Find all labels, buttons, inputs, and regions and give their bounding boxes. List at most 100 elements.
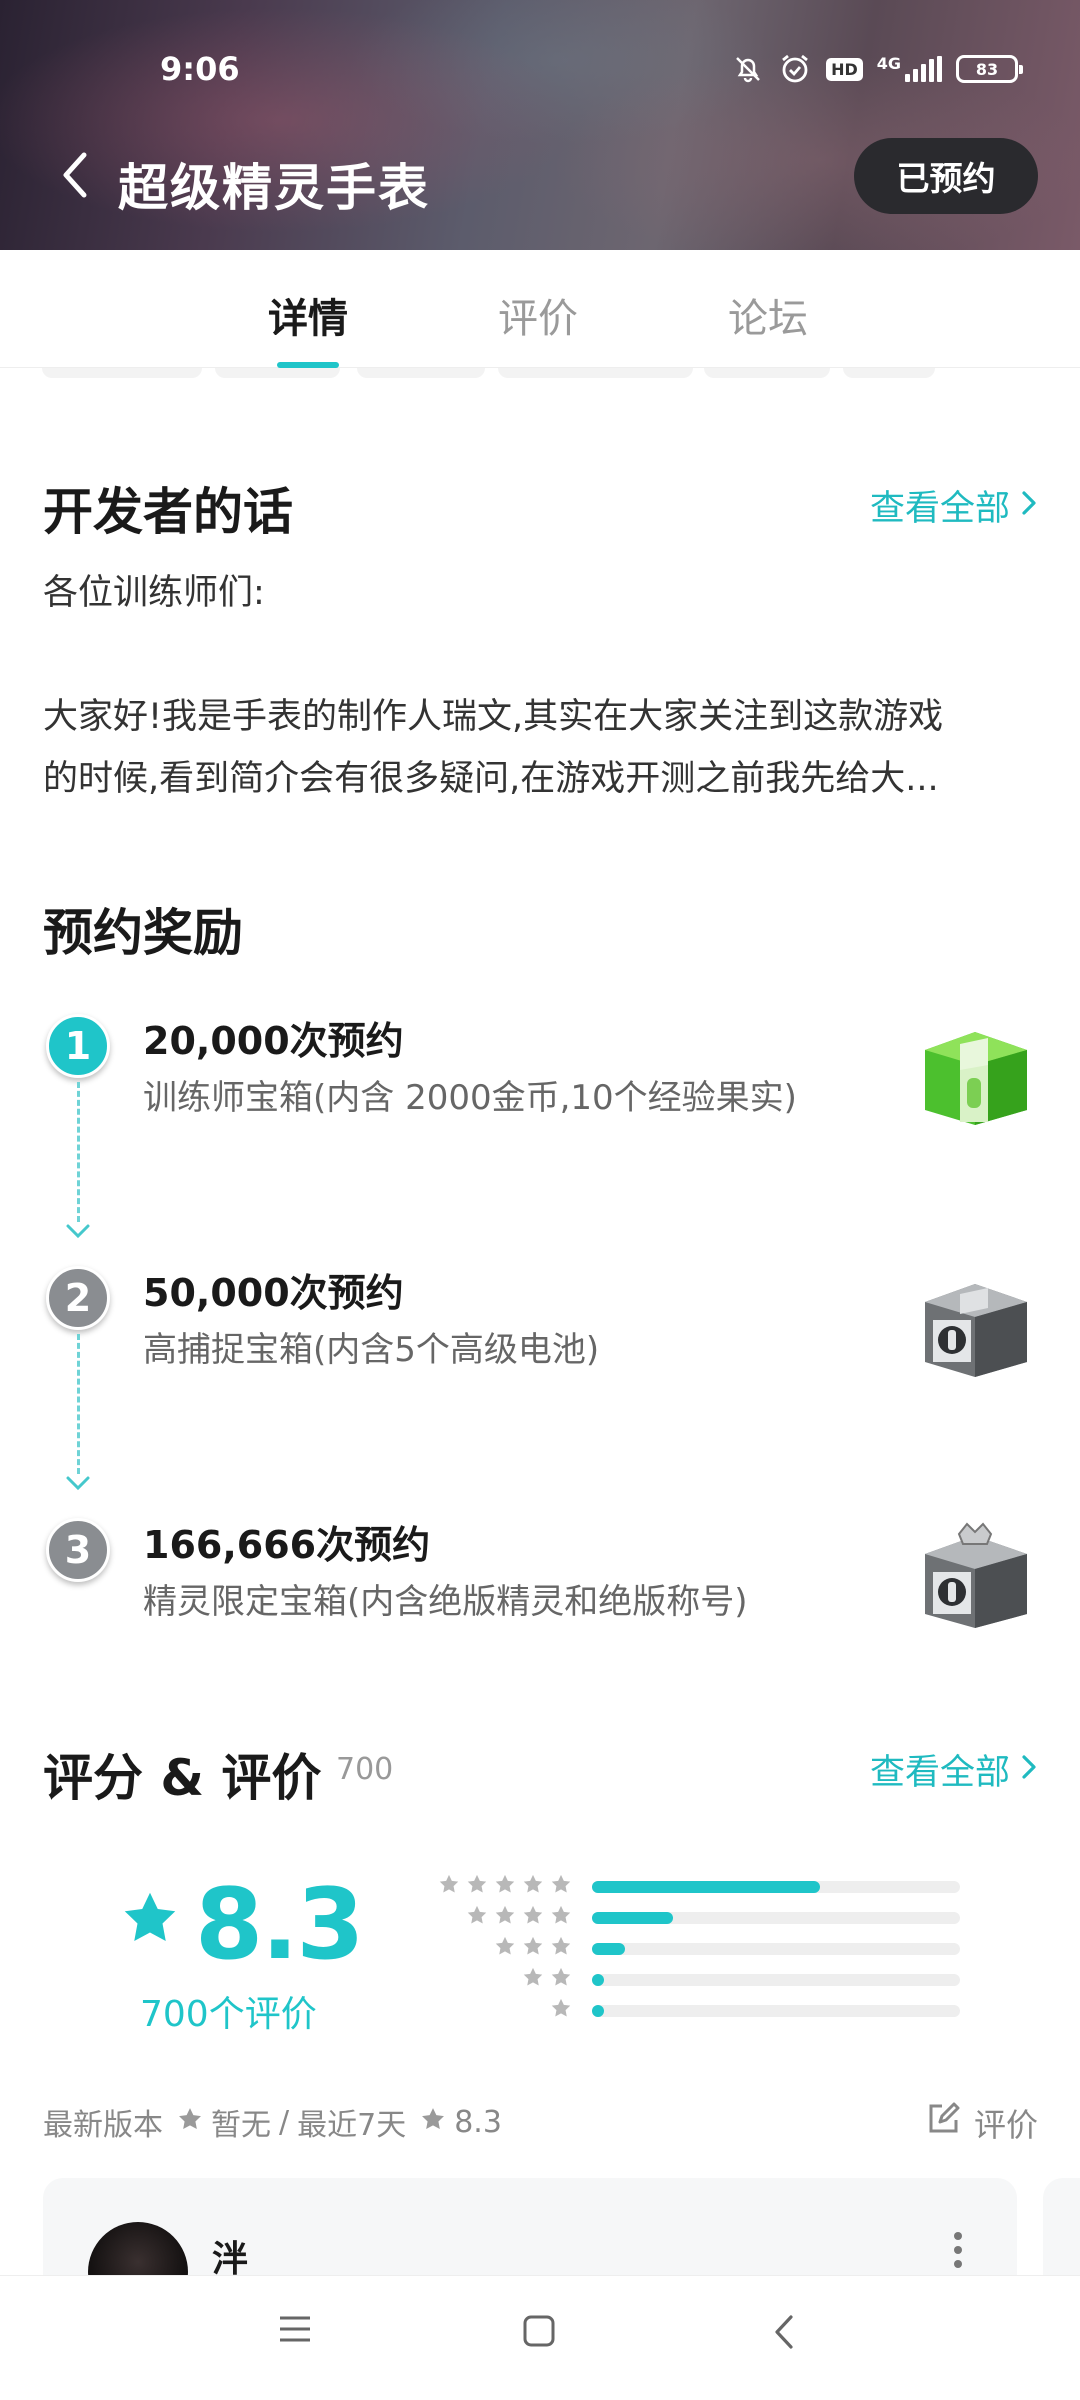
star-icon [466,1874,488,1899]
more-options-icon[interactable] [954,2232,964,2274]
star-icon [420,2105,446,2140]
reward-title-1: 20,000次预约 [143,1019,404,1063]
developer-note-line-1: 大家好!我是手表的制作人瑞文,其实在大家关注到这款游戏 [43,697,944,737]
recent-label: 最近7天 [297,2108,407,2143]
developer-note-title: 开发者的话 [43,483,293,541]
write-review-label: 评价 [973,2106,1038,2144]
home-icon[interactable] [522,2314,556,2352]
average-score: 8.3 [195,1868,365,1982]
chevron-down-icon [64,1474,92,1496]
menu-icon[interactable] [278,2314,312,2348]
reward-desc-2: 高捕捉宝箱(内含5个高级电池) [143,1330,600,1370]
star-icon [550,1967,572,1992]
status-icons: HD 4G 83 [732,52,1023,86]
review-total: 700个评价 [140,1994,317,2035]
chevron-down-icon [64,1222,92,1244]
ratings-view-all[interactable]: 查看全部 [870,1744,1038,1795]
rating-bar-stars [494,1936,574,1961]
chevron-right-icon [1020,1750,1038,1790]
rating-bar-fill [592,1881,820,1893]
rating-bar-fill [592,1974,604,1986]
version-rating-meta: 最新版本 暂无 / 最近7天 8.3 [43,2100,502,2144]
system-nav-bar [0,2275,1080,2400]
star-icon [522,1967,544,1992]
rating-bar-track [592,2005,960,2017]
view-all-label: 查看全部 [869,1753,1010,1793]
gray-chest-image [915,1272,1035,1382]
alarm-icon [778,52,812,86]
rating-bar-track [592,1943,960,1955]
star-icon [466,1905,488,1930]
back-button[interactable] [56,150,96,200]
reward-step-3: 3 [46,1518,110,1582]
rating-bar-fill [592,1943,625,1955]
rating-bar-track [592,1912,960,1924]
ratings-count: 700 [336,1752,394,1787]
app-detail-page: 9:06 HD 4G 83 超级精灵手表 已预约 详情 评价 论坛 开发者的话 … [0,0,1080,2400]
star-icon [438,1874,460,1899]
rating-bar-5-star [400,1874,960,1899]
status-time: 9:06 [160,50,240,88]
star-icon [494,1936,516,1961]
ratings-title: 评分 & 评价 [43,1749,322,1807]
star-icon [494,1905,516,1930]
developer-note-view-all[interactable]: 查看全部 [870,480,1038,531]
rating-bar-1-star [400,1998,960,2023]
reward-desc-1: 训练师宝箱(内含 2000金币,10个经验果实) [143,1078,797,1118]
battery-icon: 83 [956,55,1023,83]
rating-bar-2-star [400,1967,960,1992]
reward-step-2: 2 [46,1266,110,1330]
app-header: 9:06 HD 4G 83 超级精灵手表 已预约 [0,0,1080,250]
star-icon [177,2105,203,2140]
developer-note-greeting: 各位训练师们: [43,573,265,613]
rating-bar-4-star [400,1905,960,1930]
reward-desc-3: 精灵限定宝箱(内含绝版精灵和绝版称号) [143,1582,748,1622]
reward-title-3: 166,666次预约 [143,1523,431,1567]
rating-bar-fill [592,1912,673,1924]
star-icon [522,1905,544,1930]
latest-version-value: 暂无 [211,2108,271,2143]
rating-bar-track [592,1881,960,1893]
crown-chest-image [915,1520,1035,1630]
rewards-title: 预约奖励 [43,904,243,962]
latest-version-label: 最新版本 [43,2108,163,2143]
rating-bar-stars [438,1874,574,1899]
rating-bar-stars [466,1905,574,1930]
developer-note-line-2: 的时候,看到简介会有很多疑问,在游戏开测之前我先给大... [43,759,939,799]
score-star-icon [120,1890,180,1952]
rating-bar-stars [522,1967,574,1992]
meta-separator: / [279,2104,290,2140]
back-nav-icon[interactable] [772,2314,796,2354]
reward-step-1: 1 [46,1014,110,1078]
tag-chip-strip [0,368,1080,380]
tab-details[interactable]: 详情 [268,286,348,344]
reward-connector-1 [77,1082,80,1222]
rating-bar-3-star [400,1936,960,1961]
recent-value: 8.3 [454,2104,502,2140]
bell-off-icon [732,53,764,85]
battery-level: 83 [975,59,999,79]
signal-icon: 4G [877,56,942,82]
rating-bar-track [592,1974,960,1986]
star-icon [550,1905,572,1930]
rating-bar-stars [550,1998,574,2023]
hd-icon: HD [826,57,863,81]
reserved-button[interactable]: 已预约 [854,138,1038,214]
tab-reviews[interactable]: 评价 [498,286,578,344]
tab-forum[interactable]: 论坛 [728,286,808,344]
tab-bar: 详情 评价 论坛 [0,250,1080,368]
star-icon [522,1936,544,1961]
star-icon [550,1936,572,1961]
write-review-button[interactable]: 评价 [926,2100,1038,2146]
network-type: 4G [876,54,901,73]
star-icon [522,1874,544,1899]
green-chest-image [915,1020,1035,1130]
star-icon [494,1874,516,1899]
star-icon [550,1998,572,2023]
chevron-right-icon [1020,486,1038,526]
rating-bar-fill [592,2005,604,2017]
reward-connector-2 [77,1334,80,1474]
app-title: 超级精灵手表 [118,159,430,217]
edit-icon [926,2102,960,2144]
reward-title-2: 50,000次预约 [143,1271,404,1315]
